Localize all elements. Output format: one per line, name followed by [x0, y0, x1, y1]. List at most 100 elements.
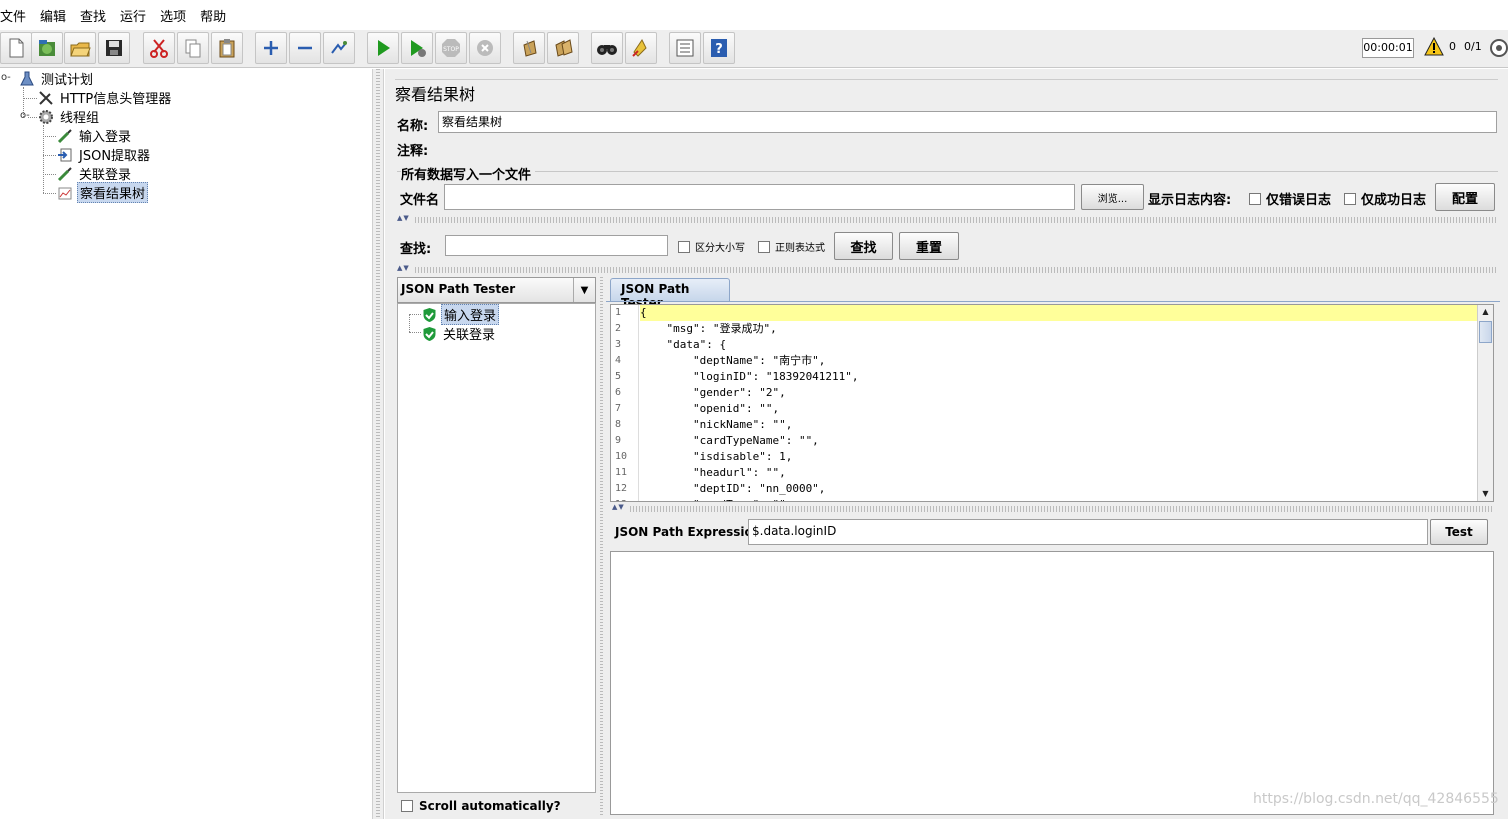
tree-node-test-plan[interactable]: 测试计划 [18, 69, 95, 88]
templates-icon [39, 40, 55, 56]
toggle-button[interactable] [323, 32, 355, 64]
collapse-arrows[interactable]: ▲▼ [612, 503, 625, 511]
menu-edit[interactable]: 编辑 [33, 6, 73, 25]
checkbox-box[interactable] [678, 240, 690, 253]
paste-button[interactable] [211, 32, 243, 64]
editor-scrollbar[interactable]: ▲ ▼ [1477, 305, 1493, 501]
divider[interactable] [630, 506, 1494, 512]
menu-options[interactable]: 选项 [153, 6, 193, 25]
toggle-icon [331, 41, 347, 54]
test-button[interactable]: Test [1430, 519, 1488, 545]
success-shield-icon [420, 325, 438, 343]
comment-field[interactable] [438, 136, 1497, 156]
function-helper-button[interactable] [669, 32, 701, 64]
code-line: "gender": "2", [640, 386, 786, 399]
line-number: 13 [611, 497, 638, 501]
collapse-arrows[interactable]: ▲▼ [397, 264, 410, 272]
scroll-up-icon[interactable]: ▲ [1478, 305, 1493, 319]
start-no-pause-icon [411, 40, 426, 57]
collapse-all-button[interactable] [289, 32, 321, 64]
menu-run[interactable]: 运行 [113, 6, 153, 25]
find-button[interactable]: 查找 [834, 232, 893, 260]
checkbox-box[interactable] [1344, 192, 1356, 205]
clear-icon [523, 40, 537, 57]
reset-search-button[interactable] [625, 32, 657, 64]
tree-node-json-extractor[interactable]: JSON提取器 [56, 145, 152, 164]
scroll-thumb[interactable] [1479, 321, 1492, 343]
clear-all-button[interactable] [547, 32, 579, 64]
tree-node-login-request[interactable]: 输入登录 [56, 126, 133, 145]
collapse-arrows[interactable]: ▲▼ [397, 214, 410, 222]
shutdown-button[interactable] [469, 32, 501, 64]
copy-button[interactable] [177, 32, 209, 64]
expression-result-area[interactable] [610, 551, 1494, 815]
thread-count: 0/1 [1464, 40, 1482, 53]
divider[interactable] [415, 217, 1498, 223]
checkbox-label: 仅错误日志 [1266, 193, 1332, 208]
errors-only-checkbox[interactable]: 仅错误日志 [1249, 189, 1331, 208]
tree-toggle-test-plan[interactable]: о- [1, 72, 11, 83]
search-button[interactable] [591, 32, 623, 64]
regex-checkbox[interactable]: 正则表达式 [758, 239, 825, 254]
comment-label: 注释: [397, 144, 429, 159]
clear-all-icon [555, 39, 573, 57]
chart-icon [56, 184, 74, 202]
chevron-down-icon[interactable]: ▼ [573, 278, 595, 302]
menu-search[interactable]: 查找 [73, 6, 113, 25]
help-button[interactable]: ? [703, 32, 735, 64]
checkbox-label: Scroll automatically? [419, 799, 561, 813]
menu-file[interactable]: 文件 [0, 6, 33, 25]
tree-node-thread-group[interactable]: 线程组 [37, 107, 101, 126]
line-number: 6 [615, 387, 622, 398]
open-icon [70, 42, 91, 57]
main-splitter[interactable] [372, 69, 384, 819]
checkbox-box[interactable] [401, 800, 413, 812]
tree-node-label: 察看结果树 [77, 182, 149, 203]
results-splitter[interactable] [597, 277, 606, 817]
menu-help[interactable]: 帮助 [193, 6, 233, 25]
search-input[interactable] [445, 235, 668, 256]
scroll-down-icon[interactable]: ▼ [1478, 487, 1493, 501]
tree-node-header-manager[interactable]: HTTP信息头管理器 [37, 88, 173, 107]
new-button[interactable] [0, 32, 32, 64]
line-number: 9 [615, 435, 622, 446]
tab-json-path-tester[interactable]: JSON Path Tester [610, 278, 730, 310]
tree-node-view-results-tree[interactable]: 察看结果树 [56, 182, 149, 203]
reset-button[interactable]: 重置 [899, 232, 959, 260]
tree-toggle-thread-group[interactable]: о- [20, 110, 30, 121]
renderer-value: JSON Path Tester [401, 282, 516, 296]
line-number: 3 [615, 339, 622, 350]
filename-input[interactable] [444, 184, 1075, 210]
start-no-pause-button[interactable] [401, 32, 433, 64]
name-field[interactable]: 察看结果树 [438, 111, 1497, 133]
browse-button[interactable]: 浏览... [1081, 184, 1144, 210]
tree-node-related-login[interactable]: 关联登录 [56, 164, 133, 183]
save-button[interactable] [98, 32, 130, 64]
templates-button[interactable] [31, 32, 63, 64]
line-number: 11 [615, 467, 628, 478]
code-line: "nickName": "", [640, 418, 793, 431]
stop-button[interactable]: STOP [435, 32, 467, 64]
divider[interactable] [415, 267, 1498, 273]
scroll-automatically-checkbox[interactable]: Scroll automatically? [397, 795, 596, 817]
expand-all-button[interactable] [255, 32, 287, 64]
open-button[interactable] [64, 32, 96, 64]
configure-button[interactable]: 配置 [1435, 183, 1495, 211]
checkbox-box[interactable] [1249, 192, 1261, 205]
expression-input[interactable]: $.data.loginID [748, 519, 1428, 545]
case-sensitive-checkbox[interactable]: 区分大小写 [678, 239, 745, 254]
save-icon [106, 40, 122, 56]
response-body-viewer[interactable]: 12345678910111213 { "msg": "登录成功", "data… [610, 304, 1494, 502]
cut-button[interactable] [143, 32, 175, 64]
clear-button[interactable] [513, 32, 545, 64]
renderer-select[interactable]: JSON Path Tester ▼ [397, 277, 596, 303]
sample-item-related-login[interactable]: 关联登录 [420, 324, 497, 343]
checkbox-box[interactable] [758, 240, 770, 253]
success-only-checkbox[interactable]: 仅成功日志 [1344, 189, 1426, 208]
sample-item-login[interactable]: 输入登录 [420, 304, 500, 325]
line-number: 12 [615, 483, 628, 494]
start-button[interactable] [367, 32, 399, 64]
code-line: "loginID": "18392041211", [640, 370, 859, 383]
expression-label: JSON Path Expression [615, 525, 762, 539]
warning-icon[interactable] [1424, 37, 1444, 57]
